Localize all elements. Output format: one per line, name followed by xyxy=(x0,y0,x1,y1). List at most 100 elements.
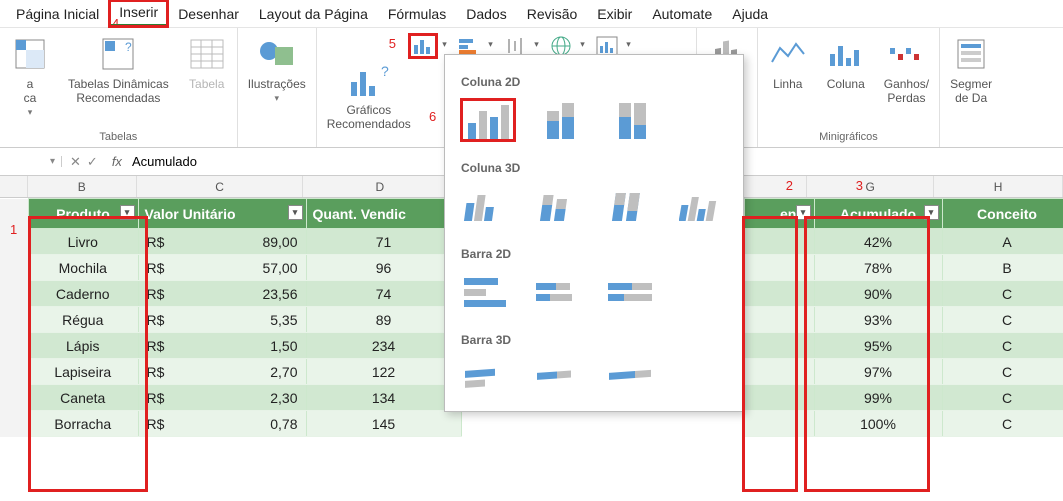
ribbon-recommended-charts[interactable]: ? Gráficos Recomendados xyxy=(323,58,415,134)
chart-stacked-column[interactable] xyxy=(533,99,587,141)
menu-draw[interactable]: Desenhar xyxy=(168,2,249,26)
col-header-d[interactable]: D xyxy=(303,176,457,197)
chart-100stacked-column[interactable] xyxy=(605,99,659,141)
cell-produto[interactable]: Livro xyxy=(28,229,138,255)
th-conceito[interactable]: Conceito xyxy=(942,199,1063,229)
menu-insert[interactable]: Inserir xyxy=(109,0,168,27)
cell-acumulado[interactable]: 95% xyxy=(814,333,942,359)
cell-acumulado[interactable]: 93% xyxy=(814,307,942,333)
cell-valor[interactable]: R$23,56 xyxy=(138,281,306,307)
cell-conceito[interactable]: C xyxy=(942,333,1063,359)
cell-quant[interactable]: 134 xyxy=(306,385,461,411)
cell-quant[interactable]: 234 xyxy=(306,333,461,359)
cell-ento[interactable] xyxy=(744,229,814,255)
cell-valor[interactable]: R$2,30 xyxy=(138,385,306,411)
name-box[interactable]: ▾ xyxy=(0,156,62,167)
cell-produto[interactable]: Borracha xyxy=(28,411,138,437)
cell-produto[interactable]: Caneta xyxy=(28,385,138,411)
cell-valor[interactable]: R$57,00 xyxy=(138,255,306,281)
chart-3d-clustered-bar[interactable] xyxy=(461,357,515,399)
cell-acumulado[interactable]: 78% xyxy=(814,255,942,281)
col-header-f[interactable] xyxy=(738,176,807,197)
menu-data[interactable]: Dados xyxy=(456,2,516,26)
cell-ento[interactable] xyxy=(744,255,814,281)
chart-stacked-bar[interactable] xyxy=(533,271,587,313)
cell-conceito[interactable]: C xyxy=(942,281,1063,307)
formula-cancel-icon[interactable]: ✕ xyxy=(70,154,81,170)
chart-3d-100stacked-column[interactable] xyxy=(605,185,659,227)
col-header-b[interactable]: B xyxy=(28,176,137,197)
cell-ento[interactable] xyxy=(744,411,814,437)
col-header-g[interactable]: G xyxy=(807,176,934,197)
menu-page-layout[interactable]: Layout da Página xyxy=(249,2,378,26)
cell-produto[interactable]: Caderno xyxy=(28,281,138,307)
filter-icon[interactable]: ▾ xyxy=(120,205,135,220)
cell-valor[interactable]: R$2,70 xyxy=(138,359,306,385)
menu-automate[interactable]: Automate xyxy=(642,2,722,26)
cell-conceito[interactable]: C xyxy=(942,385,1063,411)
th-valor[interactable]: Valor Unitário▾ xyxy=(138,199,306,229)
cell-conceito[interactable]: C xyxy=(942,411,1063,437)
ribbon-sparkline-column[interactable]: Coluna xyxy=(822,32,870,94)
cell-quant[interactable]: 74 xyxy=(306,281,461,307)
menu-home[interactable]: Página Inicial xyxy=(6,2,109,26)
formula-accept-icon[interactable]: ✓ xyxy=(87,154,98,170)
chart-clustered-bar[interactable] xyxy=(461,271,515,313)
cell-acumulado[interactable]: 97% xyxy=(814,359,942,385)
cell-produto[interactable]: Lapiseira xyxy=(28,359,138,385)
menu-formulas[interactable]: Fórmulas xyxy=(378,2,456,26)
cell-conceito[interactable]: B xyxy=(942,255,1063,281)
chart-3d-clustered-column[interactable] xyxy=(461,185,515,227)
menu-help[interactable]: Ajuda xyxy=(722,2,778,26)
cell-valor[interactable]: R$1,50 xyxy=(138,333,306,359)
cell-acumulado[interactable]: 100% xyxy=(814,411,942,437)
cell-valor[interactable]: R$5,35 xyxy=(138,307,306,333)
cell-quant[interactable]: 96 xyxy=(306,255,461,281)
cell-acumulado[interactable]: 99% xyxy=(814,385,942,411)
col-header-h[interactable]: H xyxy=(934,176,1063,197)
cell-conceito[interactable]: C xyxy=(942,359,1063,385)
ribbon-sparkline-line[interactable]: Linha xyxy=(764,32,812,94)
cell-ento[interactable] xyxy=(744,307,814,333)
fx-label[interactable]: fx xyxy=(106,154,128,169)
cell-valor[interactable]: R$0,78 xyxy=(138,411,306,437)
chart-100stacked-bar[interactable] xyxy=(605,271,659,313)
chart-clustered-column[interactable] xyxy=(461,99,515,141)
cell-quant[interactable]: 122 xyxy=(306,359,461,385)
ribbon-recommended-pivot[interactable]: ? Tabelas Dinâmicas Recomendadas xyxy=(64,32,173,108)
filter-icon[interactable]: ▾ xyxy=(924,205,939,220)
cell-acumulado[interactable]: 90% xyxy=(814,281,942,307)
cell-quant[interactable]: 71 xyxy=(306,229,461,255)
cell-produto[interactable]: Mochila xyxy=(28,255,138,281)
filter-icon[interactable]: ▾ xyxy=(288,205,303,220)
chart-3d-stacked-bar[interactable] xyxy=(533,357,587,399)
th-produto[interactable]: Produto▾ xyxy=(28,199,138,229)
ribbon-slicer[interactable]: Segmer de Da xyxy=(946,32,996,108)
chart-3d-stacked-column[interactable] xyxy=(533,185,587,227)
cell-acumulado[interactable]: 42% xyxy=(814,229,942,255)
cell-valor[interactable]: R$89,00 xyxy=(138,229,306,255)
menu-view[interactable]: Exibir xyxy=(587,2,642,26)
col-header-c[interactable]: C xyxy=(137,176,304,197)
ribbon-illustrations[interactable]: Ilustrações ▾ xyxy=(244,32,310,105)
th-quant[interactable]: Quant. Vendic xyxy=(306,199,461,229)
cell-produto[interactable]: Lápis xyxy=(28,333,138,359)
th-acumulado[interactable]: Acumulado▾ xyxy=(814,199,942,229)
ribbon-sparkline-winloss[interactable]: Ganhos/ Perdas xyxy=(880,32,933,108)
ribbon-table[interactable]: Tabela xyxy=(183,32,231,94)
cell-conceito[interactable]: C xyxy=(942,307,1063,333)
cell-ento[interactable] xyxy=(744,333,814,359)
cell-quant[interactable]: 89 xyxy=(306,307,461,333)
ribbon-pivot-cut[interactable]: a ca ▾ xyxy=(6,32,54,119)
cell-ento[interactable] xyxy=(744,359,814,385)
cell-produto[interactable]: Régua xyxy=(28,307,138,333)
filter-icon[interactable]: ▾ xyxy=(796,205,811,220)
cell-ento[interactable] xyxy=(744,281,814,307)
ribbon-chart-column[interactable]: ▾ xyxy=(409,34,437,58)
chart-3d-100stacked-bar[interactable] xyxy=(605,357,659,399)
th-ento[interactable]: ento▾ xyxy=(744,199,814,229)
chart-3d-column[interactable] xyxy=(677,185,731,227)
cell-ento[interactable] xyxy=(744,385,814,411)
cell-conceito[interactable]: A xyxy=(942,229,1063,255)
menu-review[interactable]: Revisão xyxy=(517,2,588,26)
